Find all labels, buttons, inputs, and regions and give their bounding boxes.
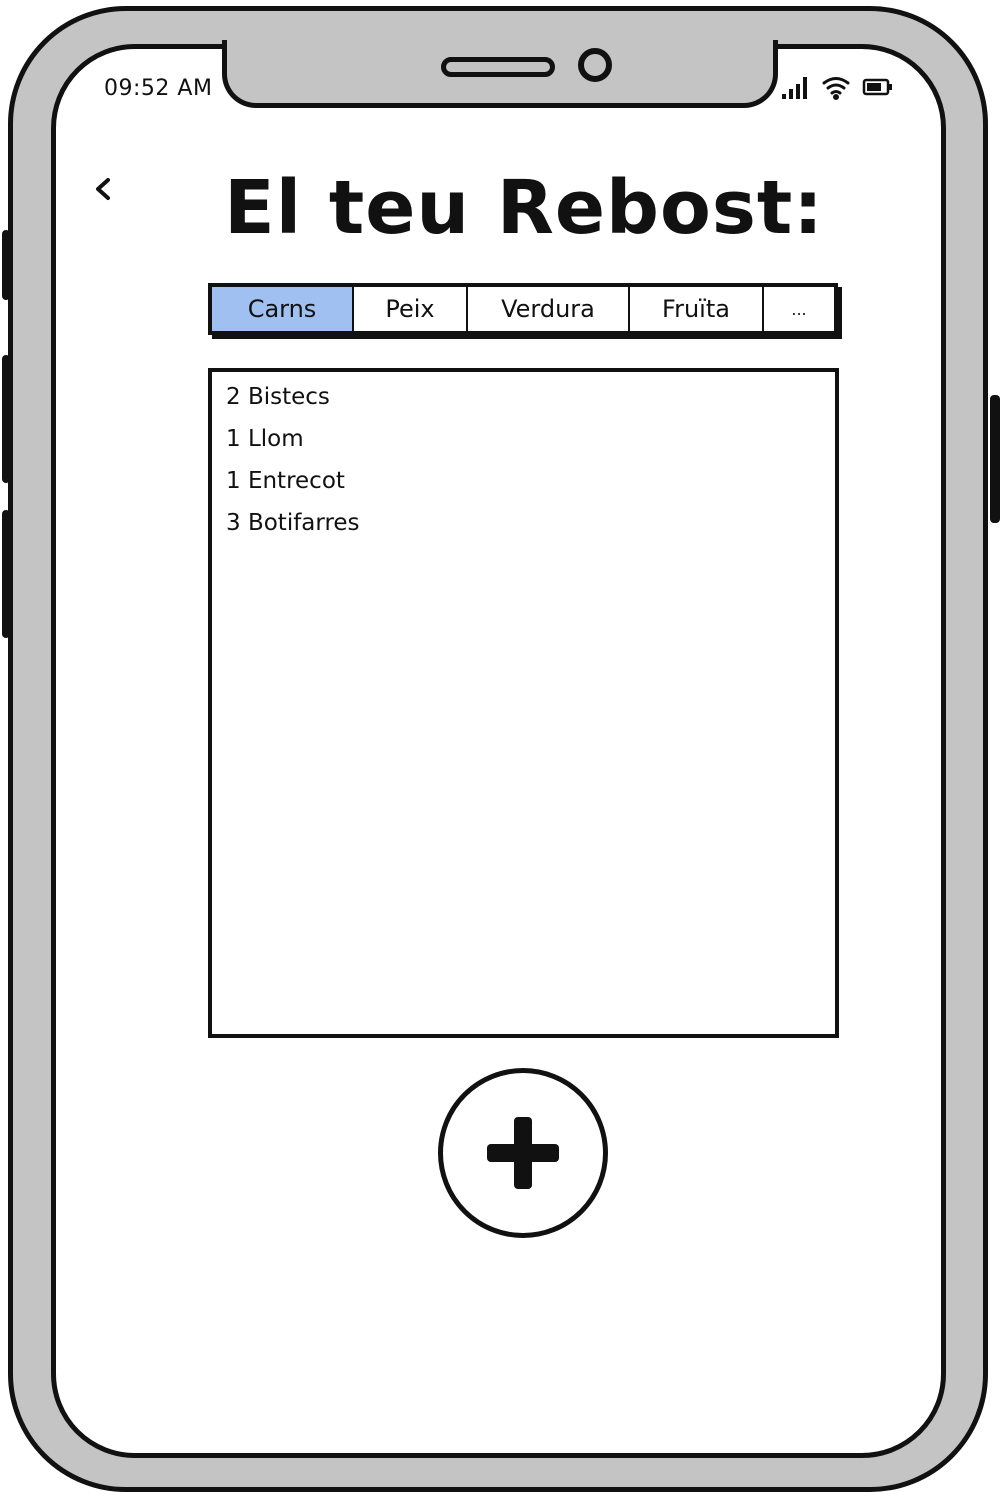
list-item[interactable]: 2 Bistecs <box>212 380 835 422</box>
back-button[interactable] <box>86 168 122 212</box>
list-item[interactable]: 1 Llom <box>212 422 835 464</box>
tab-more[interactable]: ... <box>764 287 834 331</box>
add-item-button[interactable] <box>438 1068 608 1238</box>
tab-fruita[interactable]: Fruïta <box>630 287 764 331</box>
tab-verdura[interactable]: Verdura <box>468 287 630 331</box>
battery-icon <box>862 78 892 96</box>
wifi-icon <box>822 77 850 100</box>
speaker <box>441 57 555 77</box>
volume-down-button <box>2 510 10 638</box>
list-item[interactable]: 3 Botifarres <box>212 506 835 548</box>
category-tabs: Carns Peix Verdura Fruïta ... <box>208 283 838 335</box>
status-time: 09:52 AM <box>104 76 213 101</box>
power-button <box>990 395 1000 523</box>
pantry-item-list[interactable]: 2 Bistecs 1 Llom 1 Entrecot 3 Botifarres <box>208 368 839 1038</box>
phone-mockup: 09:52 AM El teu Rebost: Carns Peix Verdu… <box>0 0 1000 1500</box>
chevron-left-icon <box>96 178 110 200</box>
plus-icon <box>487 1117 559 1189</box>
tab-peix[interactable]: Peix <box>354 287 468 331</box>
page-title: El teu Rebost: <box>224 165 824 251</box>
list-item[interactable]: 1 Entrecot <box>212 464 835 506</box>
volume-up-button <box>2 355 10 483</box>
mute-switch <box>2 230 10 300</box>
status-icons <box>780 74 900 104</box>
front-camera <box>578 48 612 82</box>
tab-carns[interactable]: Carns <box>212 287 354 331</box>
signal-icon <box>782 77 807 99</box>
